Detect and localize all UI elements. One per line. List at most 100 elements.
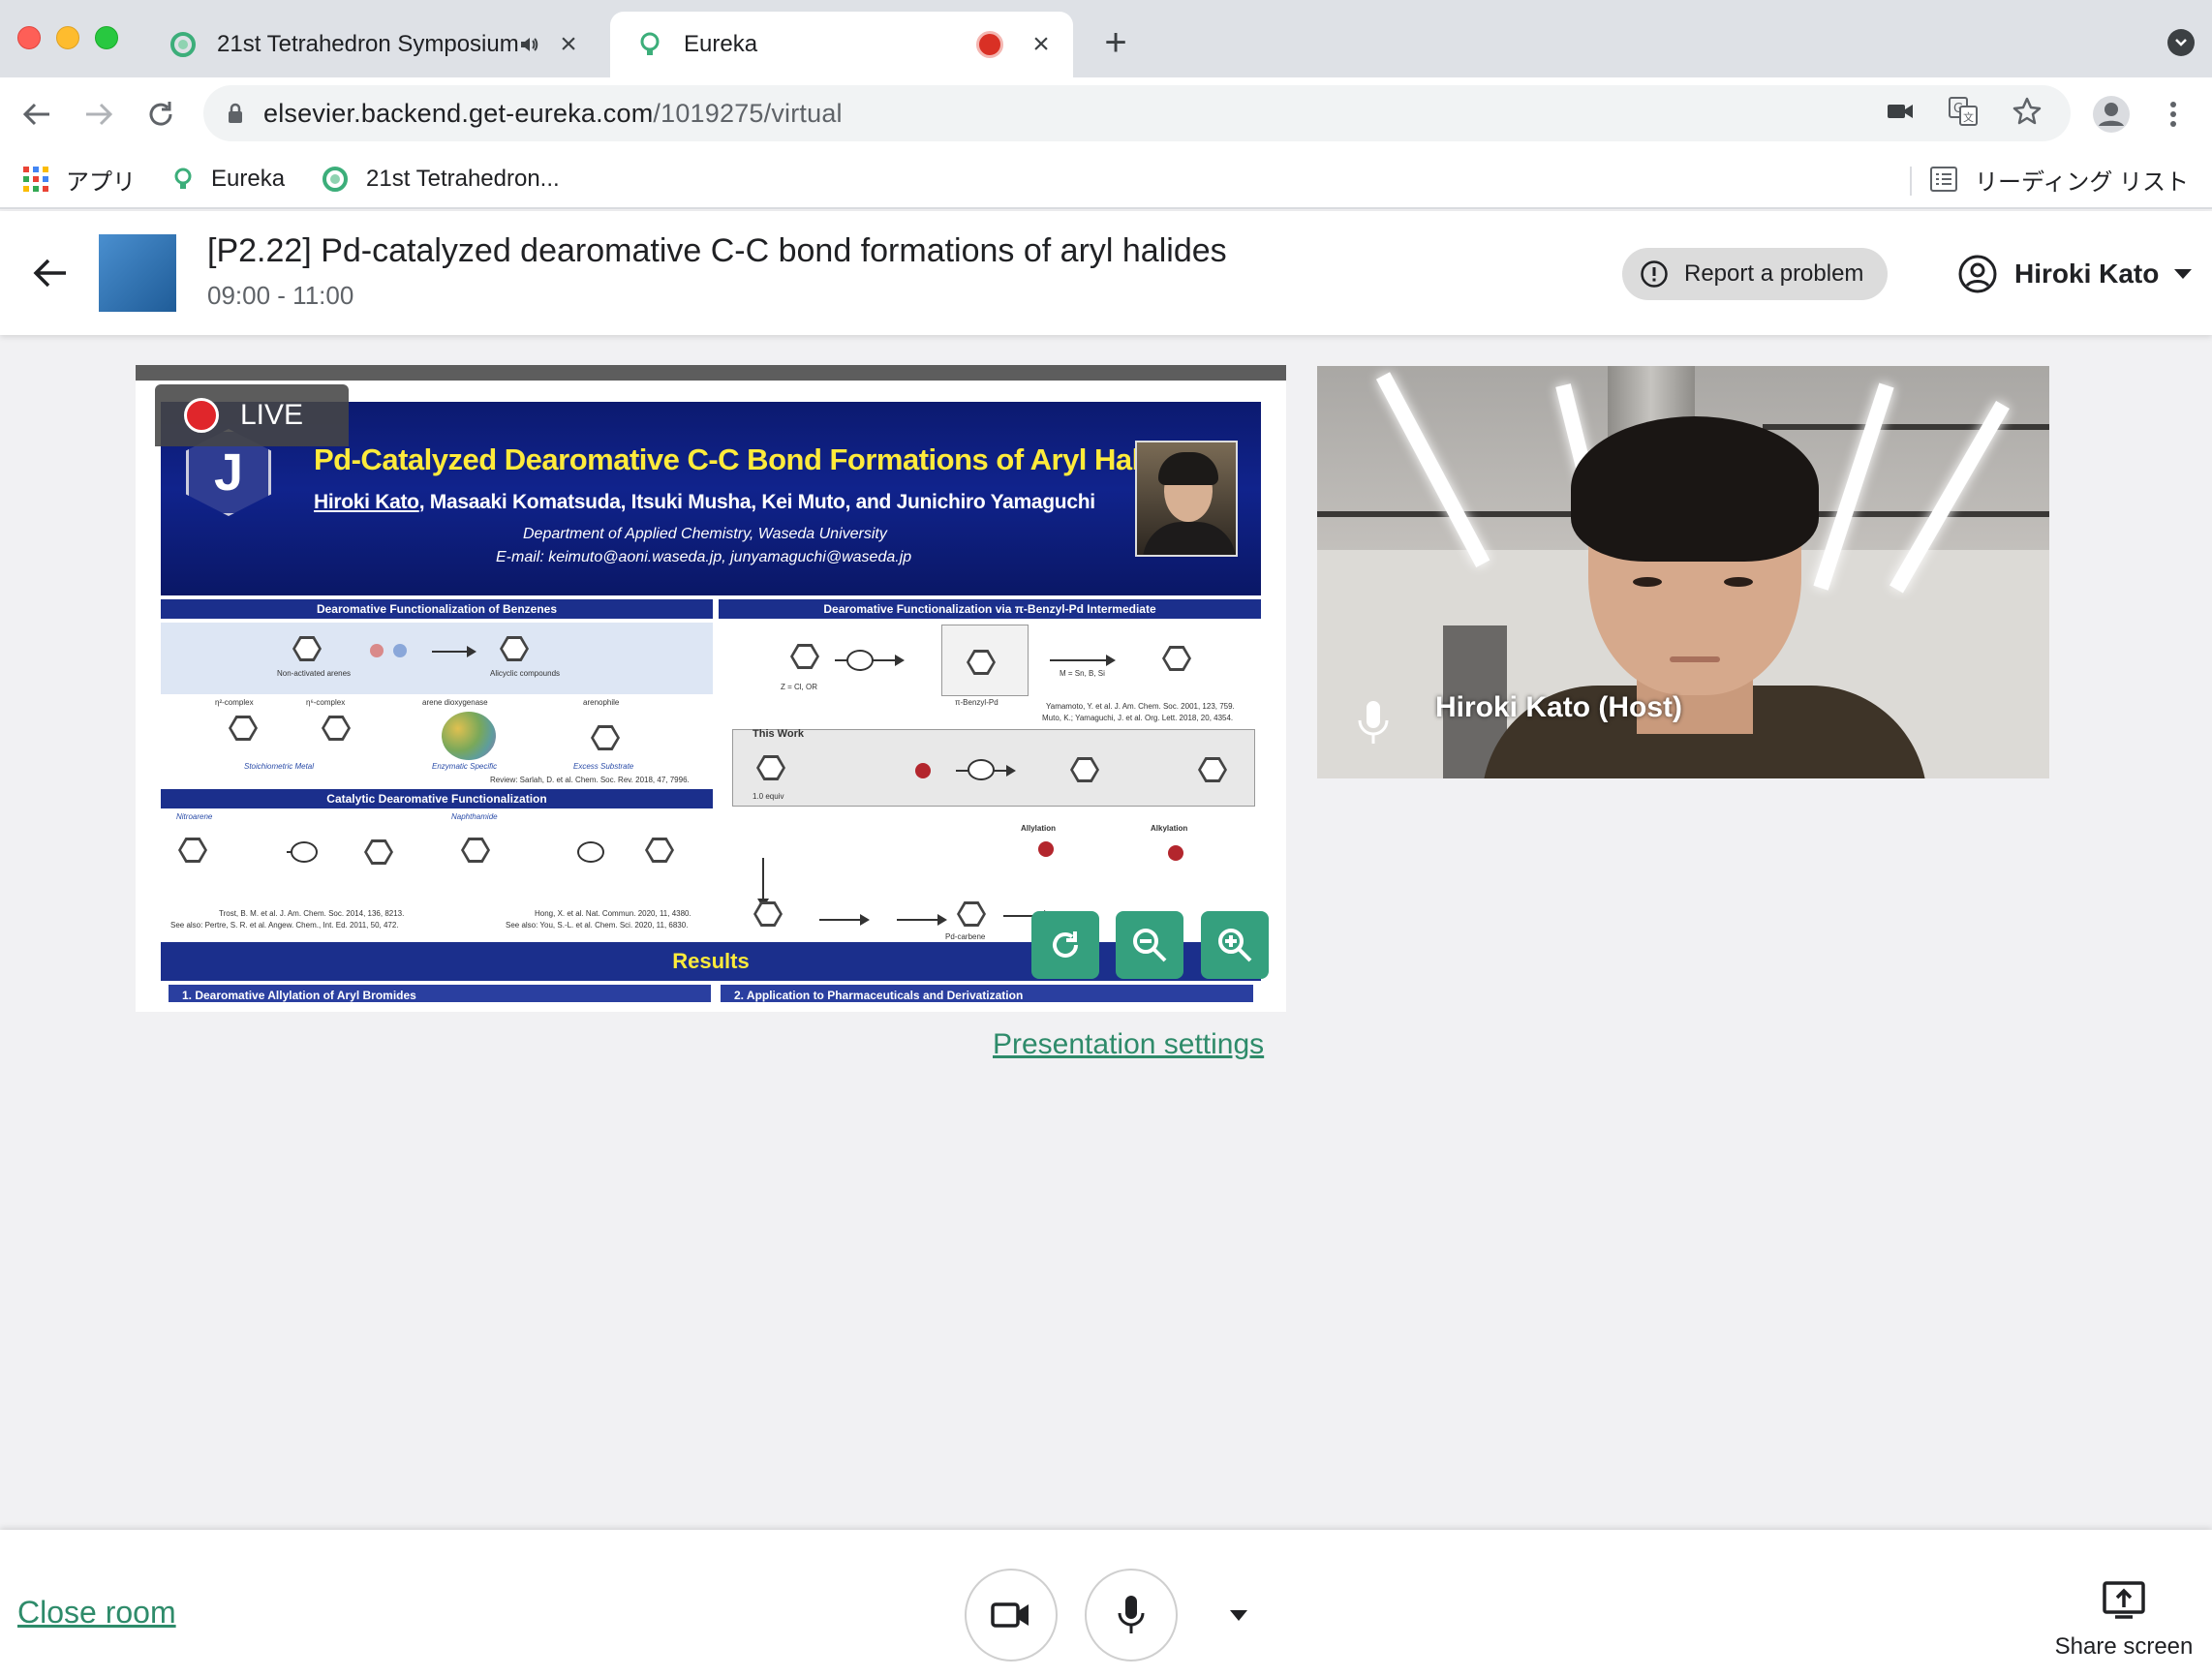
note-see-also-2: See also: You, S.-L. et al. Chem. Sci. 2… — [506, 921, 689, 930]
device-options-chevron-icon[interactable] — [1230, 1609, 1247, 1627]
section-bar-benzyl-pd: Dearomative Functionalization via π-Benz… — [719, 599, 1261, 619]
report-problem-label: Report a problem — [1684, 260, 1864, 287]
reading-list-button[interactable]: リーディング リスト — [1930, 151, 2189, 207]
speaker-icon[interactable] — [519, 35, 540, 54]
url-host: elsevier.backend.get-eureka.com — [263, 98, 654, 128]
note-enzymatic: Enzymatic Specific — [432, 762, 498, 771]
reading-list-label: リーディング リスト — [1975, 168, 2189, 196]
this-work-label: This Work — [753, 728, 804, 740]
poster-title: Pd-Catalyzed Dearomative C-C Bond Format… — [314, 442, 1198, 476]
tab-eureka[interactable]: Eureka × — [610, 12, 1073, 77]
presenter-photo — [1135, 441, 1238, 557]
note-z-eq: Z = Cl, OR — [781, 683, 818, 691]
bookmark-divider — [1910, 167, 1912, 196]
note-benzyl-pd: π-Benzyl-Pd — [955, 698, 998, 707]
profile-button[interactable] — [2088, 91, 2135, 137]
section-bar-benzenes: Dearomative Functionalization of Benzene… — [161, 599, 713, 619]
share-screen-button[interactable]: Share screen — [2051, 1580, 2197, 1661]
poster-email: E-mail: keimuto@aoni.waseda.jp, junyamag… — [496, 549, 912, 565]
apps-grid-icon — [23, 167, 48, 192]
translate-icon[interactable]: G文 — [1949, 96, 1978, 131]
note-see-also-1: See also: Pertre, S. R. et al. Angew. Ch… — [170, 921, 399, 930]
microphone-icon — [1354, 699, 1393, 752]
window-close-button[interactable] — [17, 26, 41, 49]
nucleophile-dot — [1038, 841, 1054, 857]
share-screen-label: Share screen — [2054, 1633, 2194, 1660]
live-dot-icon — [184, 398, 219, 433]
zoom-out-icon — [1133, 929, 1167, 962]
note-nitroarene: Nitroarene — [176, 812, 213, 821]
zoom-out-button[interactable] — [1116, 911, 1183, 979]
address-bar[interactable]: elsevier.backend.get-eureka.com/1019275/… — [203, 85, 2071, 141]
browser-toolbar: elsevier.backend.get-eureka.com/1019275/… — [0, 77, 2212, 151]
live-badge: LIVE — [155, 384, 349, 446]
back-arrow-icon[interactable] — [29, 252, 72, 294]
presentation-viewer[interactable]: J Pd-Catalyzed Dearomative C-C Bond Form… — [136, 365, 1286, 1012]
reading-list-icon — [1930, 167, 1957, 192]
presenting-author: Hiroki Kato — [314, 491, 419, 513]
new-tab-button[interactable]: + — [1094, 21, 1137, 64]
camera-in-use-icon[interactable] — [1887, 102, 1914, 126]
pd-catalyst-circle — [968, 759, 995, 780]
bookmark-star-icon[interactable] — [2012, 97, 2042, 131]
note-non-activated: Non-activated arenes — [277, 669, 352, 678]
video-camera-icon — [991, 1602, 1029, 1628]
note-alkylation: Alkylation — [1151, 824, 1188, 833]
user-menu[interactable]: Hiroki Kato — [1958, 250, 2193, 298]
eta2-complex-ring — [229, 716, 258, 741]
event-logo — [99, 234, 176, 312]
person-mouth — [1670, 656, 1720, 662]
pd-catalyst-circle — [291, 841, 318, 863]
session-title: [P2.22] Pd-catalyzed dearomative C-C bon… — [207, 232, 1227, 269]
forward-button[interactable] — [76, 91, 122, 137]
reset-view-button[interactable] — [1031, 911, 1099, 979]
back-button[interactable] — [14, 91, 60, 137]
reaction-arrow — [1050, 655, 1116, 666]
share-screen-icon — [2102, 1580, 2146, 1626]
bookmark-apps[interactable]: アプリ — [23, 151, 136, 207]
nucleophile-dot — [915, 763, 931, 778]
person-eye — [1633, 577, 1662, 587]
pd-catalyst-circle — [577, 841, 604, 863]
alicyclic-ring — [500, 636, 529, 661]
bookmark-tetrahedron[interactable]: 21st Tetrahedron... — [322, 151, 560, 207]
naphthamide-ring — [461, 838, 490, 863]
tab-close-icon[interactable]: × — [554, 28, 583, 60]
tetrahedron-favicon-icon — [169, 30, 198, 59]
camera-toggle-button[interactable] — [965, 1569, 1058, 1662]
ceiling-beam — [1763, 424, 2049, 430]
participant-name: Hiroki Kato (Host) — [1435, 691, 1682, 723]
tab-search-button[interactable] — [2167, 29, 2195, 56]
tab-label: Eureka — [684, 31, 758, 57]
close-room-link[interactable]: Close room — [17, 1595, 176, 1631]
tab-tetrahedron[interactable]: 21st Tetrahedron Symposium × — [165, 12, 600, 77]
report-problem-button[interactable]: Report a problem — [1622, 248, 1888, 300]
svg-text:文: 文 — [1963, 110, 1974, 124]
bookmarks-bar: アプリ Eureka 21st Tetrahedron... リーディング リス… — [0, 151, 2212, 209]
lock-icon[interactable] — [227, 103, 244, 124]
benzene-ring — [292, 636, 322, 661]
lightbulb-icon — [635, 30, 664, 59]
tab-close-icon[interactable]: × — [1027, 28, 1056, 60]
microphone-toggle-button[interactable] — [1085, 1569, 1178, 1662]
note-eta2: η²-complex — [215, 698, 254, 707]
note-naphthamide: Naphthamide — [451, 812, 498, 821]
participant-video-tile[interactable]: Hiroki Kato (Host) — [1317, 366, 2049, 778]
presentation-settings-link[interactable]: Presentation settings — [993, 1028, 1264, 1061]
browser-menu-button[interactable] — [2154, 91, 2193, 137]
window-minimize-button[interactable] — [56, 26, 79, 49]
refresh-icon — [1053, 931, 1078, 958]
alkylation-product-ring — [1198, 757, 1227, 782]
session-time: 09:00 - 11:00 — [207, 281, 354, 310]
scheme-box-benzenes: Non-activated arenes Alicyclic compounds — [161, 623, 713, 694]
bookmark-eureka[interactable]: Eureka — [172, 151, 285, 207]
reload-button[interactable] — [138, 91, 184, 137]
note-arene-diox: arene dioxygenase — [422, 698, 488, 707]
benzyl-substrate-ring — [790, 644, 819, 669]
zoom-in-button[interactable] — [1201, 911, 1269, 979]
bookmark-label: 21st Tetrahedron... — [366, 166, 560, 192]
arenophile-ring — [591, 725, 620, 750]
tetrahedron-favicon-icon — [322, 166, 349, 193]
this-work-box: This Work 1.0 equiv — [732, 728, 1255, 807]
window-zoom-button[interactable] — [95, 26, 118, 49]
